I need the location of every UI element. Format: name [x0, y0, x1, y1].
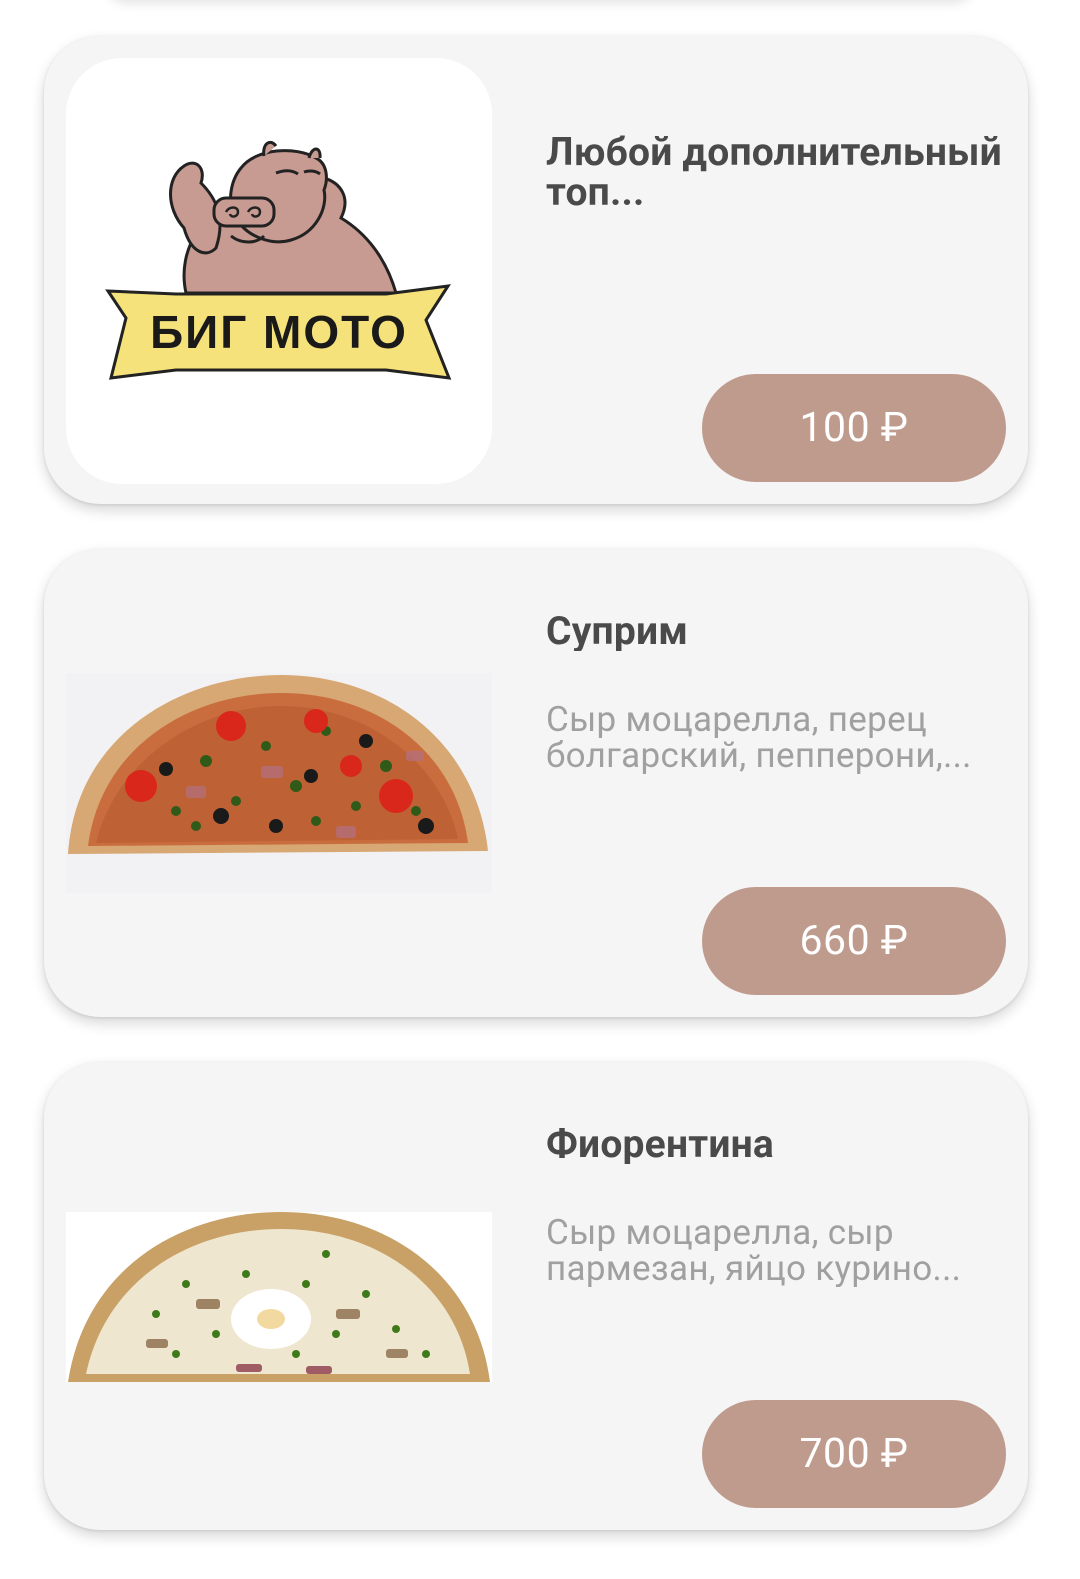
- product-name: Фиорентина: [546, 1124, 774, 1164]
- product-description: Сыр моцарелла, сыр пармезан, яйцо курино…: [546, 1215, 962, 1287]
- product-description: Сыр моцарелла, перец болгарский, пепперо…: [546, 702, 972, 774]
- product-card[interactable]: Суприм Сыр моцарелла, перец болгарский, …: [44, 549, 1028, 1017]
- price-button[interactable]: 700 ₽: [702, 1400, 1006, 1508]
- price-button[interactable]: 660 ₽: [702, 887, 1006, 995]
- bigmoto-logo: БИГ МОТО: [105, 140, 452, 380]
- product-card[interactable]: Фиорентина Сыр моцарелла, сыр пармезан, …: [44, 1062, 1028, 1530]
- product-card[interactable]: БИГ МОТО Любой дополнительный топ... 100…: [44, 36, 1028, 504]
- product-name: Любой дополнительный топ...: [546, 132, 1002, 212]
- logo-text: БИГ МОТО: [150, 306, 408, 358]
- product-image: БИГ МОТО: [66, 58, 492, 484]
- pizza-supreme-photo: [66, 673, 492, 893]
- pizza-fiorentina-photo: [66, 1212, 492, 1382]
- product-list: БИГ МОТО Любой дополнительный топ... 100…: [0, 0, 1080, 1579]
- product-name: Суприм: [546, 611, 689, 651]
- product-image: [66, 571, 492, 997]
- product-image: [66, 1084, 492, 1510]
- price-button[interactable]: 100 ₽: [702, 374, 1006, 482]
